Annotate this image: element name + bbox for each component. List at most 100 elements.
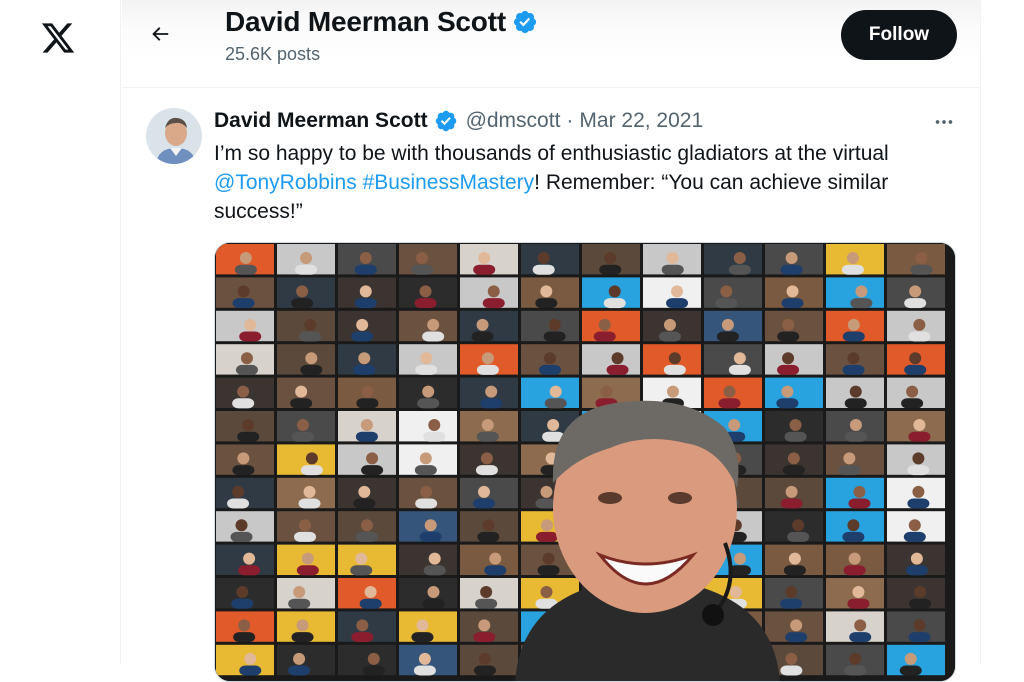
participant-body bbox=[847, 598, 870, 609]
participant-head bbox=[781, 385, 794, 398]
participant-head bbox=[299, 519, 312, 532]
tweet-media-photo[interactable] bbox=[214, 242, 956, 682]
participant-head bbox=[296, 285, 309, 298]
participant-head bbox=[244, 318, 257, 331]
participant-head bbox=[910, 552, 923, 565]
tweet-text: I’m so happy to be with thousands of ent… bbox=[214, 139, 944, 226]
participant-head bbox=[235, 519, 248, 532]
participant-head bbox=[600, 385, 613, 398]
back-button[interactable] bbox=[142, 16, 178, 52]
participant-head bbox=[428, 419, 441, 432]
participant-body bbox=[232, 298, 255, 309]
participant-body bbox=[295, 264, 318, 275]
participant-body bbox=[299, 331, 322, 342]
participant-body bbox=[235, 364, 258, 375]
participant-head bbox=[367, 652, 380, 665]
participant-head bbox=[420, 352, 433, 365]
participant-body bbox=[422, 331, 445, 342]
participant-head bbox=[237, 452, 250, 465]
participant-head bbox=[540, 285, 553, 298]
participant-body bbox=[415, 498, 438, 509]
participant-head bbox=[359, 285, 372, 298]
participant-body bbox=[603, 298, 626, 309]
participant-head bbox=[303, 485, 316, 498]
avatar-image bbox=[146, 108, 202, 164]
participant-body bbox=[473, 632, 496, 643]
participant-head bbox=[906, 385, 919, 398]
participant-body bbox=[484, 565, 507, 576]
follow-button[interactable]: Follow bbox=[841, 10, 957, 60]
participant-head bbox=[733, 252, 746, 265]
participant-body bbox=[413, 665, 436, 676]
participant-body bbox=[471, 331, 494, 342]
participant-body bbox=[298, 498, 321, 509]
participant-head bbox=[611, 352, 624, 365]
participant-head bbox=[666, 252, 679, 265]
participant-head bbox=[848, 552, 861, 565]
participant-head bbox=[785, 586, 798, 599]
participant-head bbox=[359, 252, 372, 265]
participant-head bbox=[785, 652, 798, 665]
participant-head bbox=[909, 352, 922, 365]
participant-head bbox=[236, 586, 249, 599]
participant-head bbox=[485, 385, 498, 398]
participant-body bbox=[296, 565, 319, 576]
participant-head bbox=[305, 452, 318, 465]
participant-head bbox=[238, 619, 251, 632]
participant-body bbox=[844, 398, 867, 409]
participant-head bbox=[792, 519, 805, 532]
participant-head bbox=[416, 252, 429, 265]
participant-body bbox=[535, 531, 558, 542]
participant-head bbox=[548, 318, 561, 331]
participant-head bbox=[296, 419, 309, 432]
participant-head bbox=[239, 252, 252, 265]
participant-body bbox=[482, 298, 505, 309]
participant-head bbox=[668, 352, 681, 365]
participant-body bbox=[661, 264, 684, 275]
participant-body bbox=[908, 632, 931, 643]
profile-header: David Meerman Scott 25.6K posts Follow bbox=[122, 0, 980, 88]
mention-link[interactable]: @TonyRobbins bbox=[214, 171, 357, 194]
tweet-handle[interactable]: @dmscott bbox=[466, 109, 561, 133]
participant-body bbox=[353, 364, 376, 375]
participant-body bbox=[355, 531, 378, 542]
participant-body bbox=[843, 565, 866, 576]
participant-body bbox=[354, 298, 377, 309]
participant-body bbox=[535, 298, 558, 309]
participant-head bbox=[361, 385, 374, 398]
participant-body bbox=[901, 398, 924, 409]
participant-head bbox=[847, 519, 860, 532]
participant-body bbox=[780, 598, 803, 609]
participant-body bbox=[599, 264, 622, 275]
tweet-text-before: I’m so happy to be with thousands of ent… bbox=[214, 142, 889, 165]
participant-head bbox=[847, 352, 860, 365]
tweet-author-name[interactable]: David Meerman Scott bbox=[214, 109, 428, 133]
participant-body bbox=[842, 331, 865, 342]
tweet-date[interactable]: Mar 22, 2021 bbox=[579, 109, 703, 133]
participant-head bbox=[540, 485, 553, 498]
participant-body bbox=[477, 531, 500, 542]
participant-body bbox=[475, 598, 498, 609]
participant-head bbox=[420, 485, 433, 498]
participant-head bbox=[728, 419, 741, 432]
participant-body bbox=[359, 598, 382, 609]
avatar[interactable] bbox=[146, 108, 202, 164]
verified-badge-icon bbox=[435, 110, 456, 132]
participant-head bbox=[478, 652, 491, 665]
participant-body bbox=[234, 264, 257, 275]
participant-head bbox=[912, 485, 925, 498]
arrow-left-icon bbox=[152, 27, 169, 41]
participant-head bbox=[540, 586, 553, 599]
hashtag-link[interactable]: #BusinessMastery bbox=[363, 171, 535, 194]
participant-head bbox=[360, 519, 373, 532]
participant-head bbox=[787, 452, 800, 465]
participant-body bbox=[473, 665, 496, 676]
x-logo-icon[interactable] bbox=[40, 20, 76, 56]
participant-head bbox=[598, 318, 611, 331]
headset-mic bbox=[702, 604, 724, 626]
participant-head bbox=[547, 419, 560, 432]
participant-head bbox=[358, 485, 371, 498]
more-options-button[interactable] bbox=[926, 110, 962, 134]
participant-head bbox=[782, 318, 795, 331]
participant-body bbox=[423, 565, 446, 576]
